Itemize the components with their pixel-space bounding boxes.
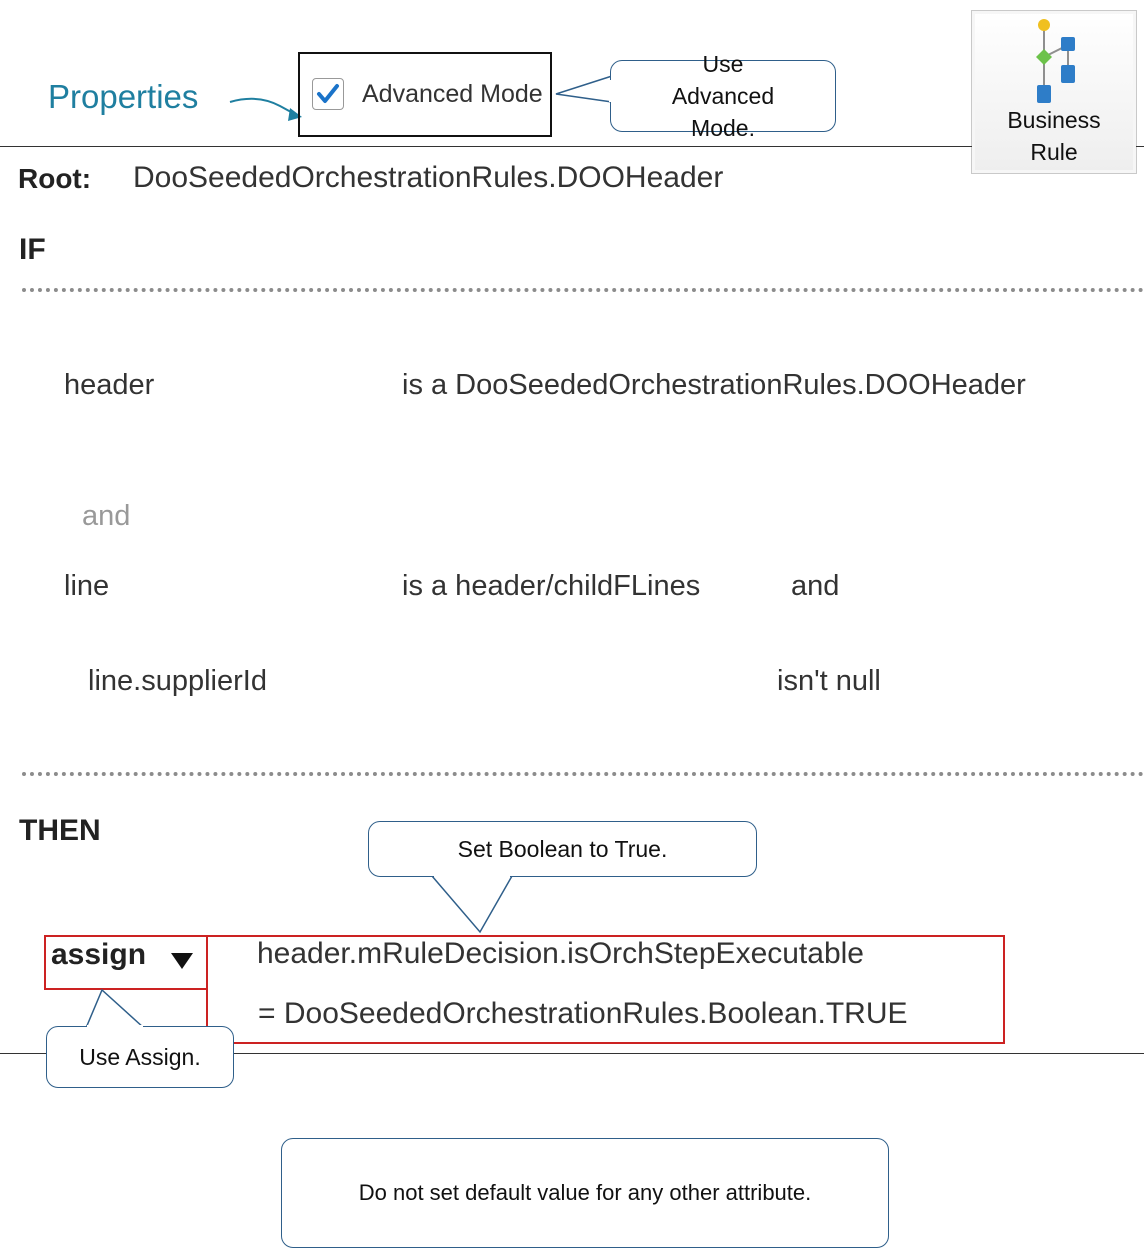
advanced-mode-checkbox[interactable] <box>312 78 344 110</box>
business-rule-label-line2: Rule <box>1030 139 1078 165</box>
business-rule-label-line1: Business <box>1007 107 1101 133</box>
assign-target: header.mRuleDecision.isOrchStepExecutabl… <box>257 937 864 970</box>
properties-label: Properties <box>48 78 199 115</box>
and-connector: and <box>82 500 131 532</box>
line-variable[interactable]: line <box>64 570 109 603</box>
callout-advanced-mode: Use Advanced Mode. <box>610 51 836 141</box>
if-dotted-separator <box>22 288 1144 292</box>
top-divider-right <box>1136 146 1144 147</box>
callout-pointer <box>555 75 613 103</box>
root-label: Root: <box>18 163 92 194</box>
supplier-operator[interactable]: isn't null <box>777 665 881 698</box>
assign-label: assign <box>51 938 147 971</box>
callout-set-boolean: Set Boolean to True. <box>368 821 757 877</box>
supplier-field[interactable]: line.supplierId <box>88 665 267 698</box>
business-rule-icon <box>1036 19 1075 103</box>
chevron-down-icon <box>171 953 193 969</box>
line-type[interactable]: is a header/childFLines <box>402 570 700 603</box>
header-type[interactable]: is a DooSeededOrchestrationRules.DOOHead… <box>402 369 1026 402</box>
bottom-divider-right <box>232 1053 1144 1054</box>
then-heading: THEN <box>19 814 101 847</box>
callout-use-assign: Use Assign. <box>46 1026 234 1088</box>
checkmark-icon <box>317 84 339 103</box>
then-dotted-separator <box>22 772 1144 776</box>
callout-pointer <box>85 988 145 1029</box>
header-variable[interactable]: header <box>64 369 154 402</box>
callout-default-value: Do not set default value for any other a… <box>281 1138 889 1248</box>
top-divider <box>0 146 972 147</box>
bottom-divider <box>0 1053 48 1054</box>
pointer-arrow <box>229 97 302 121</box>
business-rule-button[interactable]: Business Rule <box>971 10 1137 174</box>
assign-value: = DooSeededOrchestrationRules.Boolean.TR… <box>258 997 908 1030</box>
advanced-mode-label: Advanced Mode <box>362 80 543 108</box>
if-heading: IF <box>19 233 46 266</box>
callout-pointer <box>431 875 513 934</box>
line-and-connector: and <box>791 570 840 602</box>
root-value: DooSeededOrchestrationRules.DOOHeader <box>133 161 724 194</box>
